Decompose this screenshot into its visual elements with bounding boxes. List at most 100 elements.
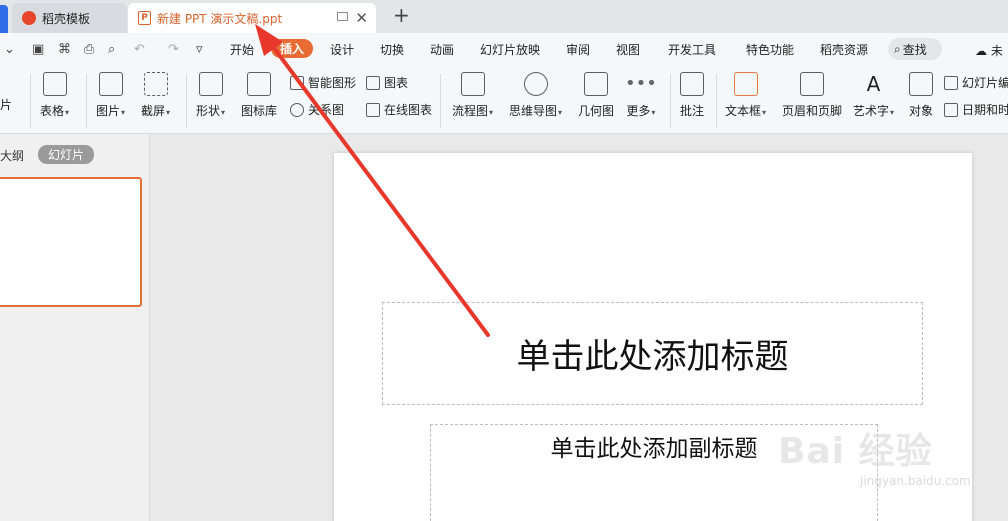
relation-graph-icon [290, 102, 304, 117]
geometry-icon [584, 72, 608, 96]
ribbon-partial-button[interactable]: 片 [0, 96, 12, 113]
menu-docer-resources[interactable]: 稻壳资源 [820, 41, 868, 58]
home-tab-edge[interactable] [0, 5, 8, 33]
menu-insert[interactable]: 插入 [271, 39, 314, 58]
cloud-sync-status[interactable]: ☁ 未 [975, 42, 1003, 59]
ribbon-label: 截屏 [141, 104, 166, 118]
ribbon-separator [86, 74, 87, 128]
subtitle-placeholder-text: 单击此处添加副标题 [550, 436, 758, 462]
wordart-button[interactable]: A 艺术字▾ [853, 72, 894, 119]
shape-icon [198, 72, 223, 96]
menu-design[interactable]: 设计 [330, 41, 354, 58]
picture-icon [98, 72, 123, 96]
format-painter-icon[interactable]: ⌘ [58, 42, 71, 57]
search-label: 查找 [902, 42, 927, 57]
menu-features[interactable]: 特色功能 [746, 41, 794, 58]
ribbon-separator [440, 74, 441, 128]
ribbon-label: 图片 [96, 104, 121, 118]
slide-navigation-panel: 大纲 幻灯片 [0, 134, 150, 521]
ribbon-label: 图表 [384, 76, 409, 90]
online-chart-icon [366, 102, 380, 117]
close-tab-icon[interactable]: ✕ [355, 9, 368, 27]
undo-icon[interactable]: ↶ [134, 42, 145, 57]
insert-chart-button[interactable]: 图表 [366, 74, 408, 91]
menu-review[interactable]: 审阅 [566, 41, 590, 58]
smart-graphic-button[interactable]: 智能图形 [290, 74, 356, 91]
smart-graphic-icon [290, 75, 304, 90]
ribbon-label: 对象 [909, 104, 934, 118]
window-pin-icon[interactable] [337, 12, 348, 21]
menu-home[interactable]: 开始 [230, 41, 254, 58]
menu-bar: ⌄ ▣ ⌘ ⎙ ⌕ ↶ ↷ ▿ 开始 插入 设计 切换 动画 幻灯片放映 审阅 … [0, 33, 1008, 66]
more-button[interactable]: ••• 更多▾ [625, 72, 657, 119]
cloud-icon: ☁ [975, 44, 987, 58]
search-button[interactable]: ⌕ 查找 [888, 38, 942, 60]
mindmap-icon [523, 72, 548, 96]
chevron-down-icon[interactable]: ⌄ [4, 42, 15, 57]
tab-docer-templates[interactable]: 稻壳模板 [12, 3, 127, 33]
menu-developer[interactable]: 开发工具 [668, 41, 716, 58]
table-icon [42, 72, 67, 96]
subtitle-placeholder[interactable]: 单击此处添加副标题 [430, 424, 878, 521]
redo-icon[interactable]: ↷ [168, 42, 179, 57]
relation-graph-button[interactable]: 关系图 [290, 101, 344, 118]
ribbon-label: 几何图 [578, 104, 615, 118]
date-time-button[interactable]: 日期和时 [944, 101, 1008, 118]
insert-picture-button[interactable]: 图片▾ [96, 72, 125, 119]
wordart-icon: A [866, 72, 881, 96]
slides-tab[interactable]: 幻灯片 [38, 145, 95, 164]
icon-library-icon [247, 72, 271, 96]
ribbon-separator [186, 74, 187, 128]
menu-transitions[interactable]: 切换 [380, 41, 404, 58]
insert-shape-button[interactable]: 形状▾ [196, 72, 225, 119]
print-preview-icon[interactable]: ⌕ [108, 42, 115, 57]
ribbon-separator [670, 74, 671, 128]
print-icon[interactable]: ⎙ [84, 42, 94, 57]
chart-icon [366, 75, 380, 90]
ribbon-label: 艺术字 [853, 104, 890, 118]
ribbon-label: 片 [0, 98, 13, 112]
comment-button[interactable]: 批注 [680, 72, 704, 119]
more-dots-icon: ••• [625, 73, 657, 94]
customize-dropdown-icon[interactable]: ▿ [196, 42, 203, 57]
textbox-icon [733, 72, 758, 96]
slide-number-button[interactable]: 幻灯片编 [944, 74, 1008, 91]
screenshot-icon [143, 72, 168, 96]
insert-table-button[interactable]: 表格▾ [40, 72, 69, 119]
outline-tab[interactable]: 大纲 [0, 147, 24, 164]
tab-label: 稻壳模板 [42, 11, 91, 26]
icon-library-button[interactable]: 图标库 [241, 72, 277, 119]
mindmap-button[interactable]: 思维导图▾ [509, 72, 562, 119]
header-footer-icon [800, 72, 824, 96]
insert-object-button[interactable]: 对象 [909, 72, 933, 119]
tab-ppt-document[interactable]: P 新建 PPT 演示文稿.ppt ✕ [128, 3, 376, 33]
ribbon-label: 幻灯片编 [962, 76, 1008, 90]
title-placeholder-text: 单击此处添加标题 [516, 337, 789, 377]
ribbon-separator [716, 74, 717, 128]
slide-thumbnail[interactable] [0, 177, 142, 307]
screenshot-button[interactable]: 截屏▾ [141, 72, 170, 119]
tab-label: 新建 PPT 演示文稿.ppt [157, 11, 283, 26]
ribbon-separator [30, 74, 31, 128]
comment-icon [680, 72, 704, 96]
new-tab-button[interactable]: + [393, 3, 410, 27]
menu-animations[interactable]: 动画 [430, 41, 454, 58]
search-icon: ⌕ [894, 41, 901, 56]
slide-number-icon [944, 75, 958, 90]
ribbon-label: 形状 [196, 104, 221, 118]
flowchart-button[interactable]: 流程图▾ [452, 72, 493, 119]
menu-slideshow[interactable]: 幻灯片放映 [480, 41, 540, 58]
online-chart-button[interactable]: 在线图表 [366, 101, 432, 118]
header-footer-button[interactable]: 页眉和页脚 [782, 72, 842, 119]
ribbon-label: 流程图 [452, 104, 489, 118]
save-icon[interactable]: ▣ [32, 42, 44, 57]
ribbon-label: 页眉和页脚 [782, 104, 843, 118]
ribbon-label: 表格 [40, 104, 65, 118]
ribbon-label: 思维导图 [509, 104, 558, 118]
textbox-button[interactable]: 文本框▾ [725, 72, 766, 119]
ribbon-label: 关系图 [308, 103, 345, 117]
ribbon-label: 日期和时 [962, 103, 1008, 117]
title-placeholder[interactable]: 单击此处添加标题 [382, 302, 923, 405]
menu-view[interactable]: 视图 [616, 41, 640, 58]
geometry-button[interactable]: 几何图 [578, 72, 614, 119]
